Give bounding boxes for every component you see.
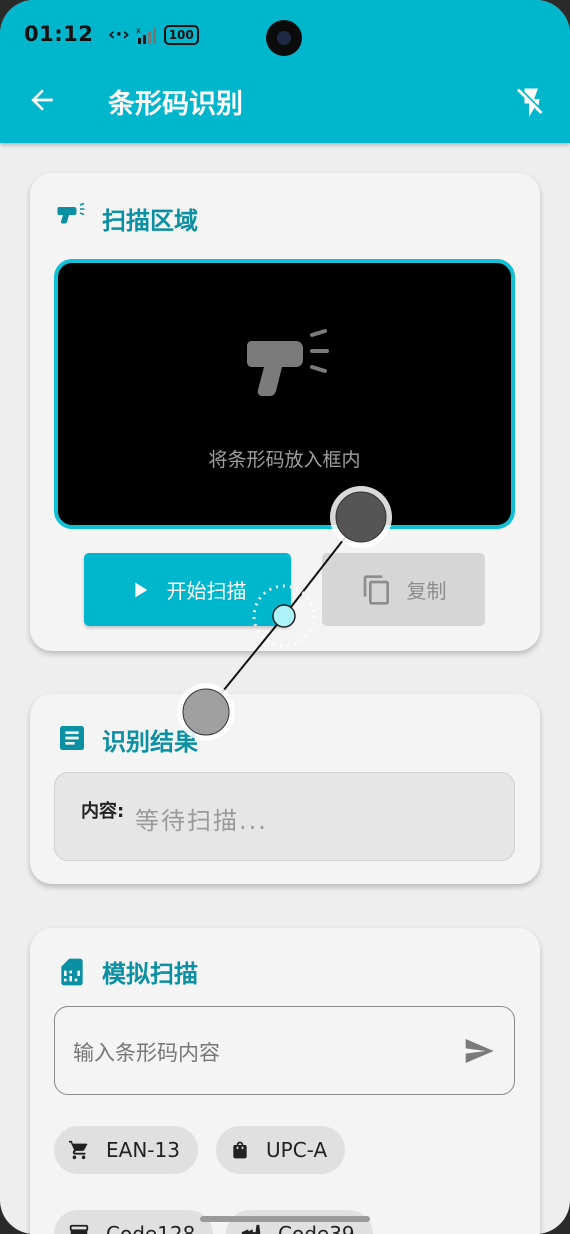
result-box: 内容: 等待扫描... — [54, 772, 515, 861]
front-camera — [266, 20, 302, 56]
result-content-label: 内容: — [81, 801, 125, 822]
simulate-card: 模拟扫描 输入条形码内容 EAN-13 UPC-A Code128 Code39 — [30, 928, 540, 1234]
archive-icon — [69, 1224, 89, 1234]
signal-icon: x — [136, 26, 156, 44]
sim-card-icon — [61, 958, 83, 986]
copy-label: 复制 — [406, 579, 447, 603]
simulate-card-title: 模拟扫描 — [102, 960, 198, 988]
page-title: 条形码识别 — [108, 89, 243, 120]
document-icon — [60, 726, 84, 750]
chip-code39[interactable]: Code39 — [226, 1210, 373, 1234]
status-time: 01:12 — [24, 22, 94, 46]
data-transfer-icon: ‹·› — [108, 24, 130, 45]
start-scan-label: 开始扫描 — [166, 579, 247, 603]
battery-indicator: 100 — [163, 24, 199, 45]
app-bar: 01:12 ‹·› x 100 条形码识别 — [0, 0, 570, 143]
status-icons: ‹·› x 100 — [108, 24, 199, 45]
arrow-left-icon[interactable] — [26, 84, 58, 116]
send-icon[interactable] — [461, 1035, 497, 1067]
barcode-input[interactable]: 输入条形码内容 — [54, 1006, 515, 1095]
home-indicator[interactable] — [200, 1216, 370, 1222]
cart-icon — [68, 1140, 88, 1160]
copy-button[interactable]: 复制 — [322, 553, 485, 626]
flash-off-icon[interactable] — [514, 84, 550, 120]
chip-ean13[interactable]: EAN-13 — [54, 1126, 198, 1174]
chip-ean13-label: EAN-13 — [106, 1138, 180, 1162]
copy-icon — [363, 574, 389, 605]
chip-upca-label: UPC-A — [266, 1138, 328, 1162]
svg-text:x: x — [136, 26, 141, 35]
shopping-bag-icon — [233, 1141, 247, 1159]
barcode-scanner-icon — [247, 329, 329, 396]
barcode-scanner-icon — [57, 202, 85, 224]
factory-icon — [241, 1224, 261, 1234]
scan-card-title: 扫描区域 — [102, 207, 198, 235]
result-content-value: 等待扫描... — [135, 807, 268, 835]
barcode-input-placeholder: 输入条形码内容 — [73, 1041, 220, 1065]
chip-code39-label: Code39 — [278, 1222, 355, 1234]
start-scan-button[interactable]: 开始扫描 — [84, 553, 291, 626]
chip-code128-label: Code128 — [106, 1222, 196, 1234]
scan-card: 扫描区域 将条形码放入框内 开始扫描 复制 — [30, 173, 540, 651]
camera-preview[interactable]: 将条形码放入框内 — [54, 259, 515, 529]
result-card-title: 识别结果 — [102, 728, 198, 756]
screen: 01:12 ‹·› x 100 条形码识别 扫描区域 将条形码放入框内 开始扫描… — [0, 0, 570, 1234]
scan-hint: 将条形码放入框内 — [208, 449, 361, 471]
play-icon — [134, 582, 147, 597]
result-card: 识别结果 内容: 等待扫描... — [30, 694, 540, 884]
chip-code128[interactable]: Code128 — [54, 1210, 214, 1234]
chip-upca[interactable]: UPC-A — [216, 1126, 346, 1174]
